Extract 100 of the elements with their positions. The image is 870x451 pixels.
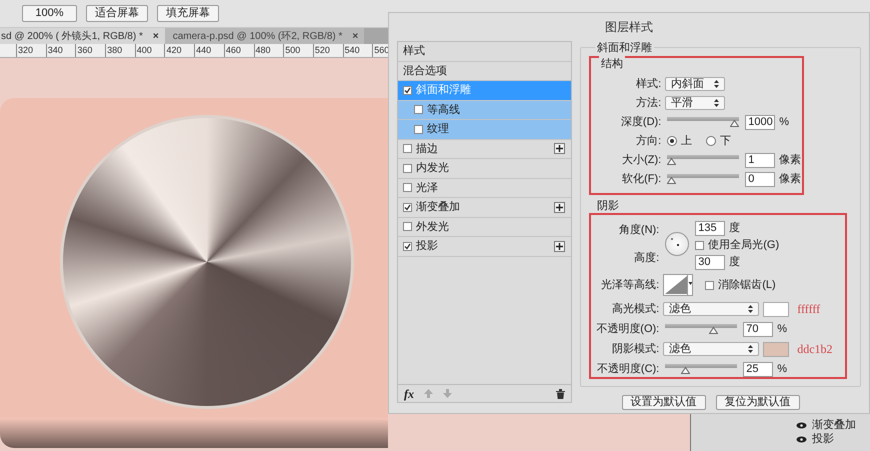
dialog-button[interactable]: 复位为默认值: [716, 395, 800, 410]
slider-thumb[interactable]: [680, 367, 690, 374]
field-label: 阴影模式:: [611, 342, 660, 357]
field-label: 不透明度(O):: [595, 322, 660, 337]
item-label: 斜面和浮雕: [416, 83, 472, 98]
unit-label: %: [779, 114, 790, 130]
checkbox[interactable]: [403, 183, 412, 192]
ruler-label: 500: [285, 45, 300, 55]
close-icon[interactable]: ×: [352, 28, 358, 44]
list-item[interactable]: 描边: [398, 140, 572, 159]
field-label: 方法:: [635, 96, 662, 111]
updown-arrow-icon: [714, 99, 720, 107]
field-label: 样式:: [635, 76, 662, 92]
option-label: 上: [681, 134, 692, 149]
number-field[interactable]: 1000: [745, 114, 776, 130]
item-label: 纹理: [427, 122, 450, 137]
slider-thumb[interactable]: [730, 120, 740, 127]
checkbox[interactable]: [695, 240, 704, 250]
document-tab[interactable]: camera-p.psd @ 100% (环2, RGB/8) * ×: [164, 28, 364, 44]
slider-thumb[interactable]: [667, 158, 676, 165]
number-field[interactable]: 25: [743, 362, 774, 376]
slider-thumb[interactable]: [667, 177, 676, 184]
number-field[interactable]: 135: [695, 220, 726, 236]
fx-button[interactable]: fx: [404, 384, 414, 402]
ruler-label: 360: [77, 45, 92, 55]
zoom-button[interactable]: 100%: [22, 5, 77, 22]
color-swatch[interactable]: [763, 342, 790, 356]
dropdown[interactable]: 滤色: [663, 302, 760, 316]
field-label: 高光模式:: [611, 302, 660, 317]
add-icon[interactable]: [554, 202, 566, 213]
section-title: 阴影: [597, 198, 620, 214]
checkbox[interactable]: [414, 105, 423, 114]
unit-label: 度: [729, 220, 740, 236]
checkbox[interactable]: [403, 86, 412, 95]
updown-arrow-icon: [714, 80, 720, 88]
ruler-label: 400: [136, 45, 152, 55]
unit-label: %: [777, 362, 788, 377]
dropdown[interactable]: 平滑: [665, 96, 726, 110]
number-field[interactable]: 70: [743, 322, 774, 336]
angle-dial[interactable]: [665, 232, 690, 256]
list-item[interactable]: 渐变叠加: [398, 198, 572, 218]
field-label: 大小(Z):: [621, 152, 662, 168]
checkbox[interactable]: [403, 242, 412, 251]
option-label: 下: [720, 134, 732, 149]
dialog-button[interactable]: 设置为默认值: [622, 395, 706, 410]
list-item[interactable]: 内发光: [398, 159, 572, 178]
close-icon[interactable]: ×: [152, 28, 159, 44]
field-label: 光泽等高线:: [600, 278, 660, 293]
field-label: 不透明度(C):: [596, 362, 660, 377]
checkbox[interactable]: [403, 164, 412, 173]
field-label: 高度:: [634, 250, 660, 266]
list-item[interactable]: 光泽: [398, 178, 572, 198]
item-label: 描边: [416, 142, 439, 156]
slider-thumb[interactable]: [709, 327, 718, 334]
checkbox[interactable]: [414, 124, 423, 134]
color-annotation: ddc1b2: [797, 341, 833, 358]
eye-icon[interactable]: [796, 422, 807, 428]
number-field[interactable]: 1: [745, 152, 776, 168]
checkbox[interactable]: [403, 222, 412, 232]
tab-title: sd @ 200% ( 外镜头1, RGB/8) *: [1, 30, 143, 44]
dropdown[interactable]: 滤色: [663, 342, 760, 356]
unit-label: 像素: [779, 152, 802, 168]
caret-icon[interactable]: [687, 275, 692, 295]
list-item[interactable]: 外发光: [398, 218, 572, 237]
zoom-button[interactable]: 适合屏幕: [86, 5, 148, 22]
color-annotation: ffffff: [797, 301, 820, 318]
list-item[interactable]: 纹理: [398, 120, 572, 140]
field-label: 角度(N):: [618, 222, 660, 238]
list-item[interactable]: 混合选项: [403, 62, 447, 79]
radio-button[interactable]: [706, 136, 716, 146]
ruler-label: 320: [18, 45, 34, 55]
item-label: 等高线: [427, 102, 461, 118]
document-tab[interactable]: sd @ 200% ( 外镜头1, RGB/8) * ×: [0, 28, 165, 44]
list-item[interactable]: 投影: [398, 237, 572, 256]
checkbox[interactable]: [403, 202, 412, 212]
eye-icon[interactable]: [796, 436, 807, 442]
color-swatch[interactable]: [763, 302, 790, 316]
trash-icon[interactable]: [556, 388, 566, 398]
item-label: 投影: [416, 239, 439, 254]
updown-arrow-icon: [748, 345, 754, 353]
add-icon[interactable]: [554, 143, 566, 154]
checkbox[interactable]: [705, 280, 714, 290]
item-label: 外发光: [416, 220, 450, 234]
checkbox[interactable]: [403, 144, 412, 154]
list-item[interactable]: 等高线: [398, 100, 572, 120]
add-icon[interactable]: [554, 240, 566, 252]
field-label: 软化(F):: [621, 172, 662, 187]
dialog-title: 图层样式: [605, 19, 653, 36]
checkbox-label: 使用全局光(G): [708, 238, 780, 253]
effect-label: 渐变叠加: [812, 418, 856, 433]
dropdown[interactable]: 内斜面: [665, 77, 726, 91]
radio-button[interactable]: [667, 136, 678, 146]
effect-label: 投影: [812, 432, 834, 447]
ruler-label: 420: [166, 45, 182, 55]
zoom-button[interactable]: 填充屏幕: [157, 5, 219, 22]
number-field[interactable]: 0: [745, 172, 776, 186]
item-label: 内发光: [416, 161, 450, 176]
ruler-label: 540: [344, 45, 360, 55]
number-field[interactable]: 30: [695, 254, 726, 270]
item-label: 渐变叠加: [416, 200, 461, 215]
